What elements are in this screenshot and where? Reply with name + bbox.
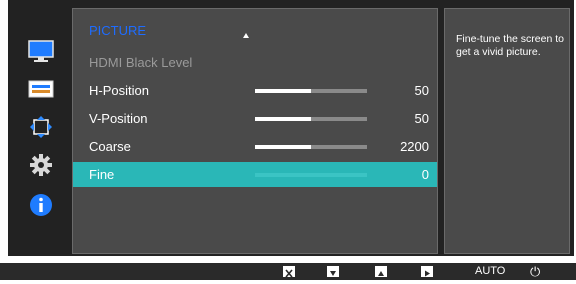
menu-item-h-position[interactable]: H-Position 50 — [73, 78, 437, 103]
menu-item-label: V-Position — [89, 111, 148, 126]
menu-item-value: 50 — [414, 83, 429, 98]
value-slider[interactable] — [255, 173, 367, 177]
size-position-icon[interactable] — [28, 114, 54, 140]
menu-item-value: 2200 — [400, 139, 429, 154]
onscreen-display-icon[interactable] — [28, 76, 54, 102]
menu-item-label: HDMI Black Level — [89, 55, 193, 70]
menu-item-value: 50 — [414, 111, 429, 126]
menu-title: PICTURE — [89, 23, 147, 38]
info-panel: Fine-tune the screen to get a vivid pict… — [444, 8, 570, 254]
slider-fill — [255, 117, 311, 121]
setup-icon[interactable] — [28, 152, 54, 178]
menu-item-label: H-Position — [89, 83, 149, 98]
information-icon[interactable] — [28, 192, 54, 218]
osd-window: PICTURE HDMI Black Level H-Position 50 V… — [8, 0, 574, 256]
menu-item-label: Coarse — [89, 139, 131, 154]
enter-button-icon[interactable] — [421, 266, 433, 277]
button-guide-bar: AUTO ⏻ — [0, 263, 576, 280]
category-sidebar — [8, 0, 72, 256]
menu-panel: PICTURE HDMI Black Level H-Position 50 V… — [72, 8, 438, 254]
down-button-icon[interactable] — [327, 266, 339, 277]
picture-icon[interactable] — [28, 38, 54, 64]
menu-item-coarse[interactable]: Coarse 2200 — [73, 134, 437, 159]
help-text: Fine-tune the screen to get a vivid pict… — [456, 33, 564, 58]
close-button-icon[interactable] — [283, 266, 295, 278]
menu-item-value: 0 — [421, 167, 429, 182]
power-icon[interactable]: ⏻ — [530, 264, 540, 280]
menu-item-hdmi-black-level: HDMI Black Level — [73, 50, 437, 75]
slider-fill — [255, 89, 311, 93]
up-button-icon[interactable] — [375, 266, 387, 277]
menu-item-fine[interactable]: Fine 0 — [73, 162, 437, 187]
menu-item-label: Fine — [89, 167, 115, 182]
value-slider[interactable] — [255, 89, 367, 93]
value-slider[interactable] — [255, 117, 367, 121]
value-slider[interactable] — [255, 145, 367, 149]
auto-button[interactable]: AUTO — [475, 265, 505, 277]
menu-item-v-position[interactable]: V-Position 50 — [73, 106, 437, 131]
slider-fill — [255, 145, 311, 149]
scroll-up-arrow-icon — [243, 33, 249, 38]
